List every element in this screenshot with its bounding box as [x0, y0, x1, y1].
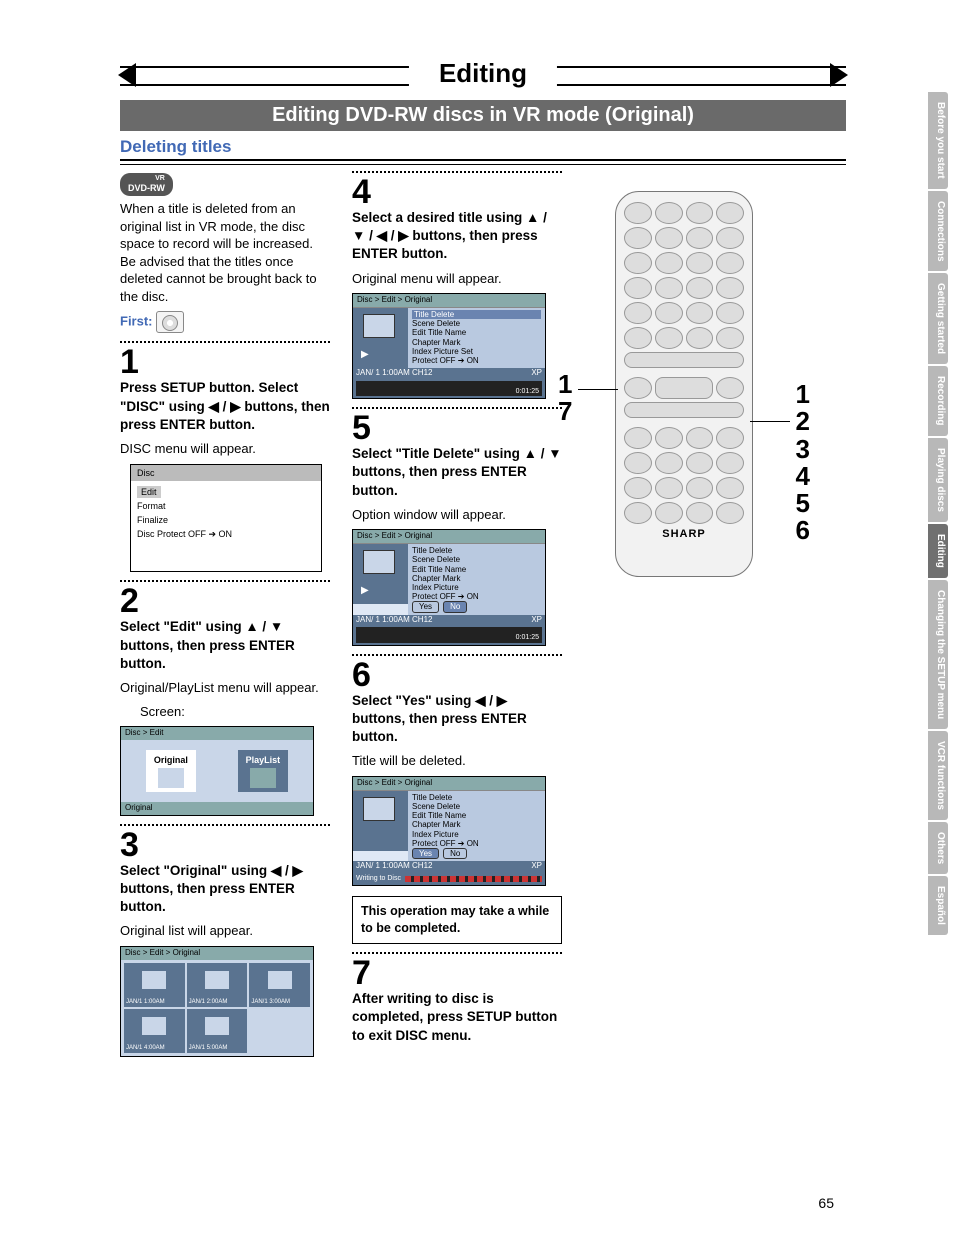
- remote-callout-left: 1 7: [558, 371, 572, 426]
- step-5-note: Option window will appear.: [352, 506, 562, 524]
- step-5-number: 5: [352, 411, 562, 445]
- tab-playing-discs[interactable]: Playing discs: [928, 438, 948, 522]
- page-number: 65: [818, 1195, 834, 1211]
- osd-title-grid: Disc > Edit > Original JAN/1 1:00AM JAN/…: [120, 946, 314, 1057]
- step-3-instruction: Select "Original" using ◀ / ▶ buttons, t…: [120, 862, 330, 917]
- step-6-instruction: Select "Yes" using ◀ / ▶ buttons, then p…: [352, 692, 562, 747]
- step-1-instruction: Press SETUP button. Select "DISC" using …: [120, 379, 330, 434]
- osd-disc-menu: Disc Edit Format Finalize Disc Protect O…: [130, 464, 322, 573]
- osd-original-playlist: Disc > Edit Original PlayList Original: [120, 726, 314, 816]
- tab-before-you-start[interactable]: Before you start: [928, 92, 948, 189]
- step-4-instruction: Select a desired title using ▲ / ▼ / ◀ /…: [352, 209, 562, 264]
- step-6-number: 6: [352, 658, 562, 692]
- osd-confirm-menu: Disc > Edit > Original ▶ Title Delete Sc…: [352, 529, 546, 645]
- step-3-note: Original list will appear.: [120, 922, 330, 940]
- page-title-banner: Editing: [120, 60, 846, 94]
- step-3-number: 3: [120, 828, 330, 862]
- step-6-note: Title will be deleted.: [352, 752, 562, 770]
- step-1-number: 1: [120, 345, 330, 379]
- osd-original-menu: Disc > Edit > Original ▶ Title Delete Sc…: [352, 293, 546, 399]
- tab-espanol[interactable]: Español: [928, 876, 948, 935]
- section-tabs: Before you start Connections Getting sta…: [928, 92, 948, 937]
- page-title: Editing: [409, 58, 557, 89]
- step-2-note: Original/PlayList menu will appear.: [120, 679, 330, 697]
- step-7-instruction: After writing to disc is completed, pres…: [352, 990, 562, 1045]
- step-2-number: 2: [120, 584, 330, 618]
- tab-others[interactable]: Others: [928, 822, 948, 874]
- tab-connections[interactable]: Connections: [928, 191, 948, 272]
- osd-writing-menu: Disc > Edit > Original Title Delete Scen…: [352, 776, 546, 886]
- tab-editing[interactable]: Editing: [928, 524, 948, 578]
- tab-recording[interactable]: Recording: [928, 366, 948, 435]
- tab-vcr-functions[interactable]: VCR functions: [928, 731, 948, 820]
- step-5-instruction: Select "Title Delete" using ▲ / ▼ button…: [352, 445, 562, 500]
- step-7-number: 7: [352, 956, 562, 990]
- caution-note: This operation may take a while to be co…: [352, 896, 562, 944]
- disc-icon: [156, 311, 184, 333]
- step-1-note: DISC menu will appear.: [120, 440, 330, 458]
- tab-changing-setup-menu[interactable]: Changing the SETUP menu: [928, 580, 948, 729]
- step-2-instruction: Select "Edit" using ▲ / ▼ buttons, then …: [120, 618, 330, 673]
- step-4-note: Original menu will appear.: [352, 270, 562, 288]
- remote-callout-right: 1 2 3 4 5 6: [796, 381, 810, 545]
- remote-brand: SHARP: [624, 527, 744, 549]
- step-2-sublabel: Screen:: [140, 703, 330, 721]
- tab-getting-started[interactable]: Getting started: [928, 273, 948, 364]
- first-label: First:: [120, 311, 330, 333]
- dvd-rw-badge: VR DVD-RW: [120, 173, 173, 196]
- intro-text: When a title is deleted from an original…: [120, 200, 330, 305]
- step-4-number: 4: [352, 175, 562, 209]
- remote-illustration: SHARP: [615, 191, 753, 577]
- subhead-deleting-titles: Deleting titles: [120, 137, 846, 157]
- section-bar: Editing DVD-RW discs in VR mode (Origina…: [120, 100, 846, 131]
